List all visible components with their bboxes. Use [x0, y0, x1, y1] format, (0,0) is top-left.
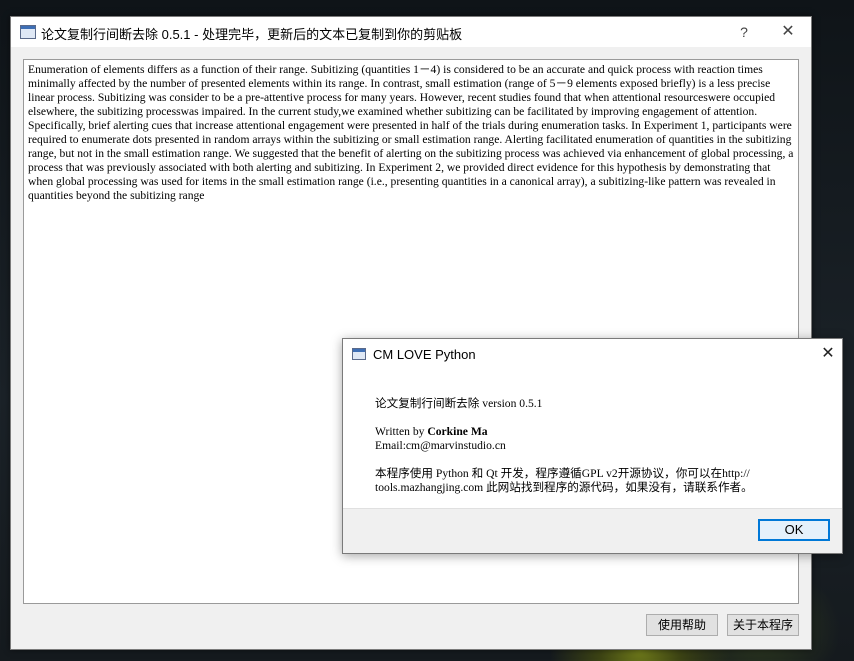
- usage-help-button[interactable]: 使用帮助: [646, 614, 718, 636]
- written-by-label: Written by: [375, 425, 425, 438]
- window-title: 论文复制行间断去除 0.5.1 - 处理完毕，更新后的文本已复制到你的剪贴板: [41, 27, 463, 42]
- ok-button[interactable]: OK: [758, 519, 830, 541]
- close-icon[interactable]: ✕: [777, 21, 799, 43]
- dialog-close-icon[interactable]: ✕: [817, 343, 839, 365]
- app-name: 论文复制行间断去除: [375, 397, 480, 410]
- main-window: 论文复制行间断去除 0.5.1 - 处理完毕，更新后的文本已复制到你的剪贴板 ?…: [10, 16, 812, 650]
- dialog-title: CM LOVE Python: [373, 347, 476, 362]
- dialog-titlebar[interactable]: CM LOVE Python ✕: [343, 339, 842, 369]
- author-name: Corkine Ma: [427, 425, 488, 438]
- help-question-icon[interactable]: ?: [733, 21, 755, 43]
- about-dialog: CM LOVE Python ✕ 论文复制行间断去除 version 0.5.1…: [342, 338, 843, 554]
- author-line: Written by Corkine Ma: [375, 425, 815, 439]
- dialog-window-icon: [352, 348, 366, 360]
- about-program-button[interactable]: 关于本程序: [727, 614, 799, 636]
- app-version: version 0.5.1: [482, 397, 543, 410]
- license-line-2: tools.mazhangjing.com 此网站找到程序的源代码，如果没有，请…: [375, 481, 753, 494]
- license-line-1: 本程序使用 Python 和 Qt 开发，程序遵循GPL v2开源协议，你可以在…: [375, 467, 750, 480]
- app-window-icon: [20, 25, 36, 39]
- app-name-line: 论文复制行间断去除 version 0.5.1: [375, 397, 815, 411]
- dialog-message: 论文复制行间断去除 version 0.5.1 Written by Corki…: [375, 397, 815, 495]
- email-line: Email:cm@marvinstudio.cn: [375, 439, 506, 452]
- dialog-footer: OK: [343, 508, 842, 553]
- main-titlebar[interactable]: 论文复制行间断去除 0.5.1 - 处理完毕，更新后的文本已复制到你的剪贴板 ?…: [11, 17, 811, 47]
